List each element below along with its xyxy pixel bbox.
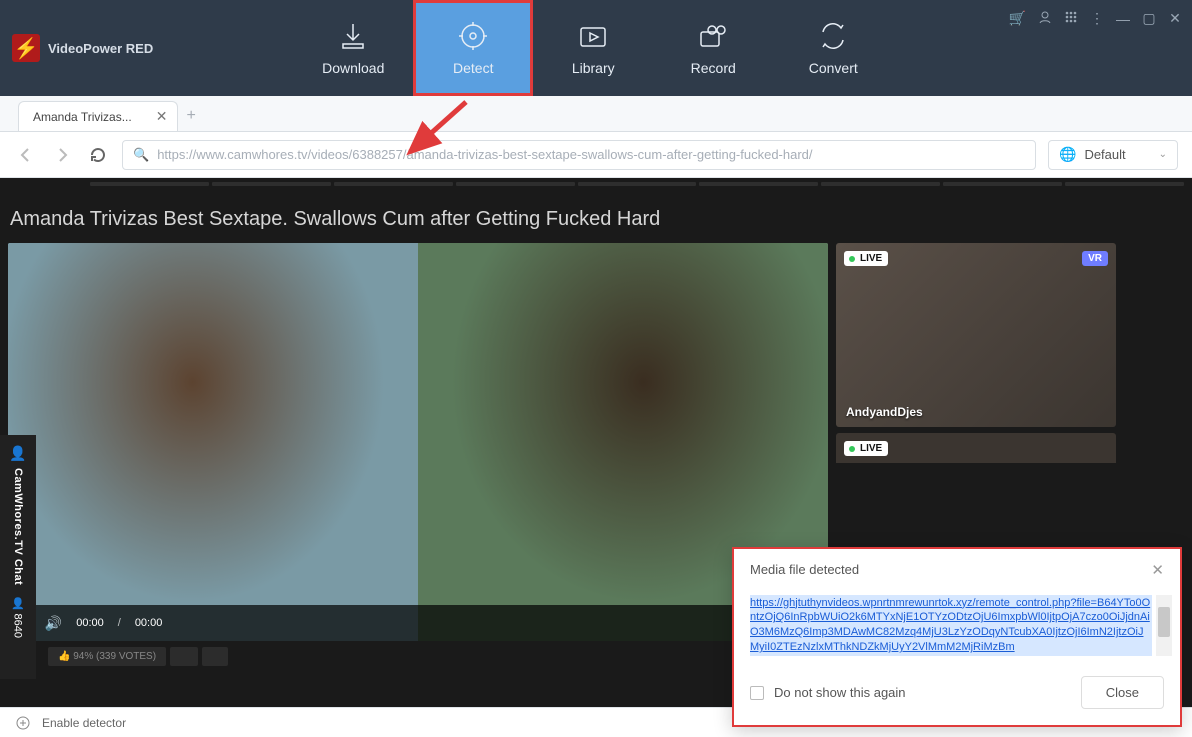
chat-label: CamWhores.TV Chat — [12, 468, 24, 585]
menu-icon[interactable]: ⋮ — [1090, 10, 1104, 27]
nav-label: Download — [322, 60, 384, 76]
download-icon — [337, 20, 369, 52]
related-card[interactable]: LIVE VR AndyandDjes — [836, 243, 1116, 427]
volume-icon[interactable]: 🔊 — [45, 615, 62, 632]
close-button[interactable]: ✕ — [1168, 12, 1182, 26]
nav-convert[interactable]: Convert — [773, 0, 893, 96]
popup-scrollbar[interactable] — [1156, 595, 1172, 656]
url-bar[interactable]: 🔍 https://www.camwhores.tv/videos/638825… — [122, 140, 1036, 170]
apps-icon[interactable] — [1064, 10, 1078, 27]
chevron-down-icon: ⌄ — [1159, 149, 1167, 160]
video-actions: 👍 94% (339 VOTES) — [8, 641, 828, 672]
media-detected-popup: Media file detected ✕ https://ghjtuthynv… — [732, 547, 1182, 727]
browser-tab[interactable]: Amanda Trivizas... ✕ — [18, 101, 178, 131]
related-card[interactable]: LIVE — [836, 433, 1116, 463]
page-title: Amanda Trivizas Best Sextape. Swallows C… — [0, 190, 1192, 243]
maximize-button[interactable]: ▢ — [1142, 12, 1156, 26]
nav-record[interactable]: Record — [653, 0, 773, 96]
chat-sidebar[interactable]: 👤 CamWhores.TV Chat 👤 8640 — [0, 435, 36, 679]
detector-icon[interactable] — [14, 714, 32, 732]
card-name: AndyandDjes — [846, 405, 923, 419]
nav-label: Record — [691, 60, 736, 76]
nav-label: Library — [572, 60, 615, 76]
main-nav: Download Detect Library Record Convert — [293, 0, 893, 96]
checkbox-icon — [750, 686, 764, 700]
tab-title: Amanda Trivizas... — [33, 110, 132, 124]
checkbox-label: Do not show this again — [774, 685, 906, 700]
tab-close-icon[interactable]: ✕ — [156, 108, 168, 125]
nav-download[interactable]: Download — [293, 0, 413, 96]
detect-icon — [457, 20, 489, 52]
nav-label: Detect — [453, 60, 493, 76]
cart-icon[interactable]: 🛒 — [1009, 10, 1026, 27]
globe-icon: 🌐 — [1059, 146, 1076, 163]
site-nav-strip — [0, 178, 1192, 190]
dont-show-checkbox[interactable]: Do not show this again — [750, 685, 906, 700]
popup-close-button[interactable]: Close — [1081, 676, 1164, 709]
new-tab-button[interactable]: + — [186, 107, 195, 131]
window-controls: 🛒 ⋮ — ▢ ✕ — [1009, 10, 1182, 27]
time-current: 00:00 — [76, 617, 104, 629]
reload-button[interactable] — [86, 143, 110, 167]
minimize-button[interactable]: — — [1116, 12, 1130, 26]
app-name: VideoPower RED — [48, 41, 153, 56]
time-separator: / — [118, 617, 121, 629]
tab-strip: Amanda Trivizas... ✕ + — [0, 96, 1192, 132]
time-duration: 00:00 — [135, 617, 163, 629]
popup-title: Media file detected — [750, 562, 859, 577]
titlebar: ⚡ VideoPower RED Download Detect Library… — [0, 0, 1192, 96]
search-icon: 🔍 — [133, 147, 149, 163]
url-text: https://www.camwhores.tv/videos/6388257/… — [157, 147, 1025, 162]
votes-chip[interactable]: 👍 94% (339 VOTES) — [48, 647, 166, 666]
chat-count: 👤 8640 — [12, 597, 25, 638]
action-chip[interactable] — [170, 647, 198, 666]
logo-icon: ⚡ — [12, 34, 40, 62]
user-icon[interactable] — [1038, 10, 1052, 27]
popup-close-icon[interactable]: ✕ — [1151, 561, 1164, 579]
nav-library[interactable]: Library — [533, 0, 653, 96]
forward-button[interactable] — [50, 143, 74, 167]
vr-badge: VR — [1082, 251, 1108, 266]
app-logo: ⚡ VideoPower RED — [12, 34, 153, 62]
back-button[interactable] — [14, 143, 38, 167]
library-icon — [577, 20, 609, 52]
live-badge: LIVE — [844, 251, 888, 266]
detected-url[interactable]: https://ghjtuthynvideos.wpnrtnmrewunrtok… — [750, 595, 1152, 656]
language-label: Default — [1084, 147, 1150, 162]
detector-label[interactable]: Enable detector — [42, 716, 126, 730]
record-icon — [697, 20, 729, 52]
nav-label: Convert — [809, 60, 858, 76]
chat-icon: 👤 — [9, 445, 26, 462]
player-controls: ▶ 🔊 00:00 / 00:00 — [8, 605, 828, 641]
browser-toolbar: 🔍 https://www.camwhores.tv/videos/638825… — [0, 132, 1192, 178]
video-player[interactable]: ▶ 🔊 00:00 / 00:00 — [8, 243, 828, 641]
nav-detect[interactable]: Detect — [413, 0, 533, 96]
live-badge: LIVE — [844, 441, 888, 456]
language-selector[interactable]: 🌐 Default ⌄ — [1048, 140, 1178, 170]
convert-icon — [817, 20, 849, 52]
action-chip[interactable] — [202, 647, 228, 666]
